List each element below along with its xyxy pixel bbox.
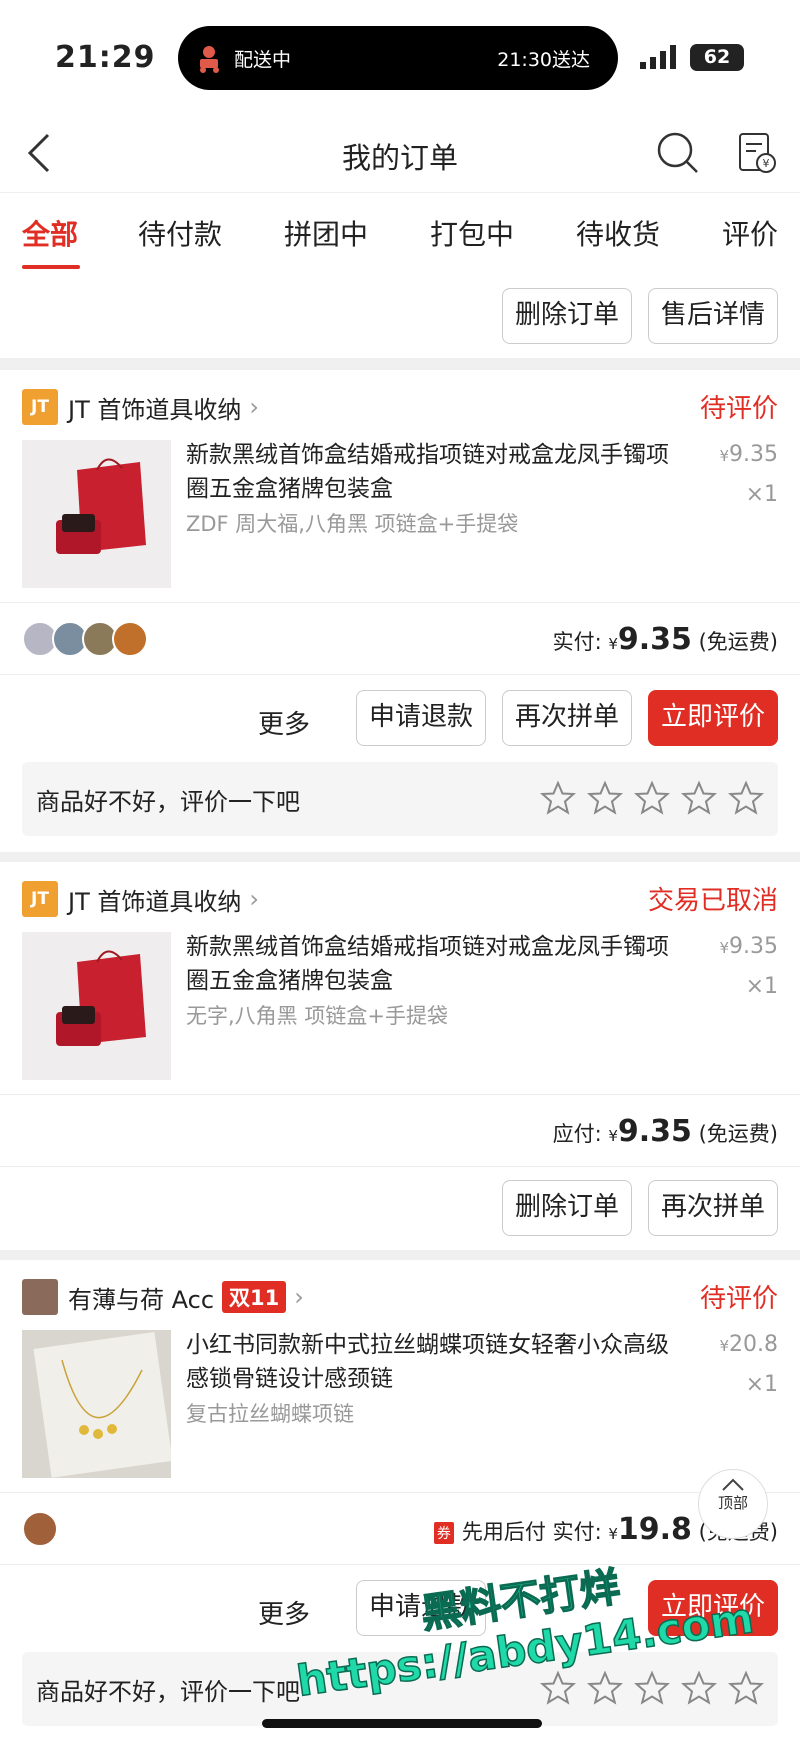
tab-pending-payment[interactable]: 待付款 [138, 213, 222, 253]
delivery-live-activity[interactable]: 配送中 21:30送达 [178, 26, 618, 90]
product-image[interactable] [22, 1330, 171, 1478]
chevron-up-icon [722, 1478, 744, 1491]
order-card: JT JT 首饰道具收纳 › 交易已取消 新款黑绒首饰盒结婚戒指项链对戒盒龙凤手… [0, 862, 800, 1250]
orders-screen: 21:29 配送中 21:30送达 62 我的订单 ¥ 全部 待付款 拼团中 打… [0, 0, 800, 1739]
divider [0, 602, 800, 603]
svg-text:¥: ¥ [763, 157, 770, 170]
shop-logo: JT [22, 389, 58, 425]
order-status: 待评价 [699, 394, 778, 424]
review-prompt-text: 商品好不好，评价一下吧 [36, 1678, 300, 1706]
shop-name: JT 首饰道具收纳 [68, 887, 242, 916]
divider [0, 1166, 800, 1167]
divider [0, 1094, 800, 1095]
chevron-right-icon: › [249, 885, 259, 913]
avatar [112, 621, 148, 657]
back-to-top-label: 顶部 [717, 1494, 748, 1512]
delete-order-button[interactable]: 删除订单 [502, 1180, 632, 1236]
promo-badge: 双11 [222, 1281, 287, 1313]
regroup-button[interactable]: 再次拼单 [648, 1180, 778, 1236]
avatar [22, 1511, 58, 1547]
delivery-status-text: 配送中 [234, 49, 292, 71]
product-spec: 无字,八角黑 项链盒+手提袋 [186, 1004, 448, 1028]
review-now-button[interactable]: 立即评价 [648, 690, 778, 746]
delete-order-button[interactable]: 删除订单 [502, 288, 632, 344]
shop-link[interactable]: 有薄与荷 Acc 双11 › [22, 1278, 304, 1316]
chevron-right-icon: › [294, 1283, 304, 1311]
order-status: 待评价 [699, 1284, 778, 1314]
jewelry-box-image [22, 440, 171, 588]
chevron-right-icon: › [249, 393, 259, 421]
back-to-top-button[interactable]: 顶部 [698, 1469, 768, 1539]
star-icon[interactable] [540, 780, 576, 816]
star-icon[interactable] [681, 780, 717, 816]
divider [0, 1492, 800, 1493]
product-name[interactable]: 小红书同款新中式拉丝蝴蝶项链女轻奢小众高级感锁骨链设计感颈链 [186, 1328, 676, 1396]
tab-group-buying[interactable]: 拼团中 [284, 213, 368, 253]
payment-summary: 实付: ¥9.35 (免运费) [552, 622, 778, 657]
divider [0, 1564, 800, 1565]
product-quantity: ×1 [745, 1372, 778, 1397]
coupon-tag: 券 [433, 1522, 454, 1544]
order-status: 交易已取消 [647, 886, 778, 916]
delivery-eta: 21:30送达 [497, 49, 590, 71]
shop-link[interactable]: JT JT 首饰道具收纳 › [22, 388, 259, 426]
regroup-button[interactable]: 再次拼单 [502, 690, 632, 746]
shop-avatar [22, 1279, 58, 1315]
refund-button[interactable]: 申请退款 [356, 690, 486, 746]
group-avatars[interactable] [22, 621, 148, 657]
order-tabs: 全部 待付款 拼团中 打包中 待收货 评价 [0, 192, 800, 272]
product-price: ¥20.8 [719, 1332, 778, 1357]
group-avatars[interactable] [22, 1511, 58, 1547]
star-rating [529, 1670, 764, 1706]
product-name[interactable]: 新款黑绒首饰盒结婚戒指项链对戒盒龙凤手镯项圈五金盒猪牌包装盒 [186, 930, 676, 998]
product-spec: ZDF 周大福,八角黑 项链盒+手提袋 [186, 512, 519, 536]
more-button[interactable]: 更多 [258, 704, 310, 741]
product-spec: 复古拉丝蝴蝶项链 [186, 1402, 354, 1426]
active-tab-indicator [22, 265, 80, 269]
shop-name: 有薄与荷 Acc [68, 1285, 215, 1314]
product-price: ¥9.35 [719, 934, 778, 959]
star-icon[interactable] [681, 1670, 717, 1706]
product-quantity: ×1 [745, 482, 778, 507]
review-prompt-bar: 商品好不好，评价一下吧 [22, 762, 778, 836]
bill-icon[interactable]: ¥ [738, 132, 776, 174]
star-icon[interactable] [728, 780, 764, 816]
star-icon[interactable] [540, 1670, 576, 1706]
search-icon[interactable] [655, 130, 701, 176]
tab-all[interactable]: 全部 [22, 213, 78, 253]
star-icon[interactable] [634, 780, 670, 816]
shop-name: JT 首饰道具收纳 [68, 395, 242, 424]
divider [0, 674, 800, 675]
star-icon[interactable] [587, 780, 623, 816]
previous-order-actions: 删除订单 售后详情 [0, 272, 800, 358]
status-bar: 21:29 配送中 21:30送达 62 [0, 0, 800, 115]
more-button[interactable]: 更多 [258, 1594, 310, 1631]
tab-to-receive[interactable]: 待收货 [576, 213, 660, 253]
product-price: ¥9.35 [719, 442, 778, 467]
nav-bar: 我的订单 ¥ [0, 115, 800, 192]
product-image[interactable] [22, 932, 171, 1080]
review-prompt-text: 商品好不好，评价一下吧 [36, 788, 300, 816]
product-quantity: ×1 [745, 974, 778, 999]
signal-icon [640, 45, 676, 69]
jewelry-box-image [22, 932, 171, 1080]
payment-summary: 应付: ¥9.35 (免运费) [552, 1114, 778, 1149]
order-card: JT JT 首饰道具收纳 › 待评价 新款黑绒首饰盒结婚戒指项链对戒盒龙凤手镯项… [0, 370, 800, 852]
home-indicator [262, 1719, 542, 1728]
aftersale-details-button[interactable]: 售后详情 [648, 288, 778, 344]
product-image[interactable] [22, 440, 171, 588]
tab-review[interactable]: 评价 [722, 213, 778, 253]
delivery-icon [200, 46, 219, 73]
shop-logo: JT [22, 881, 58, 917]
star-icon[interactable] [587, 1670, 623, 1706]
shop-link[interactable]: JT JT 首饰道具收纳 › [22, 880, 259, 918]
battery-icon: 62 [690, 44, 744, 71]
necklace-image [22, 1330, 171, 1478]
status-time: 21:29 [55, 40, 156, 75]
star-icon[interactable] [728, 1670, 764, 1706]
tab-packing[interactable]: 打包中 [430, 213, 514, 253]
star-rating [529, 780, 764, 816]
star-icon[interactable] [634, 1670, 670, 1706]
product-name[interactable]: 新款黑绒首饰盒结婚戒指项链对戒盒龙凤手镯项圈五金盒猪牌包装盒 [186, 438, 676, 506]
